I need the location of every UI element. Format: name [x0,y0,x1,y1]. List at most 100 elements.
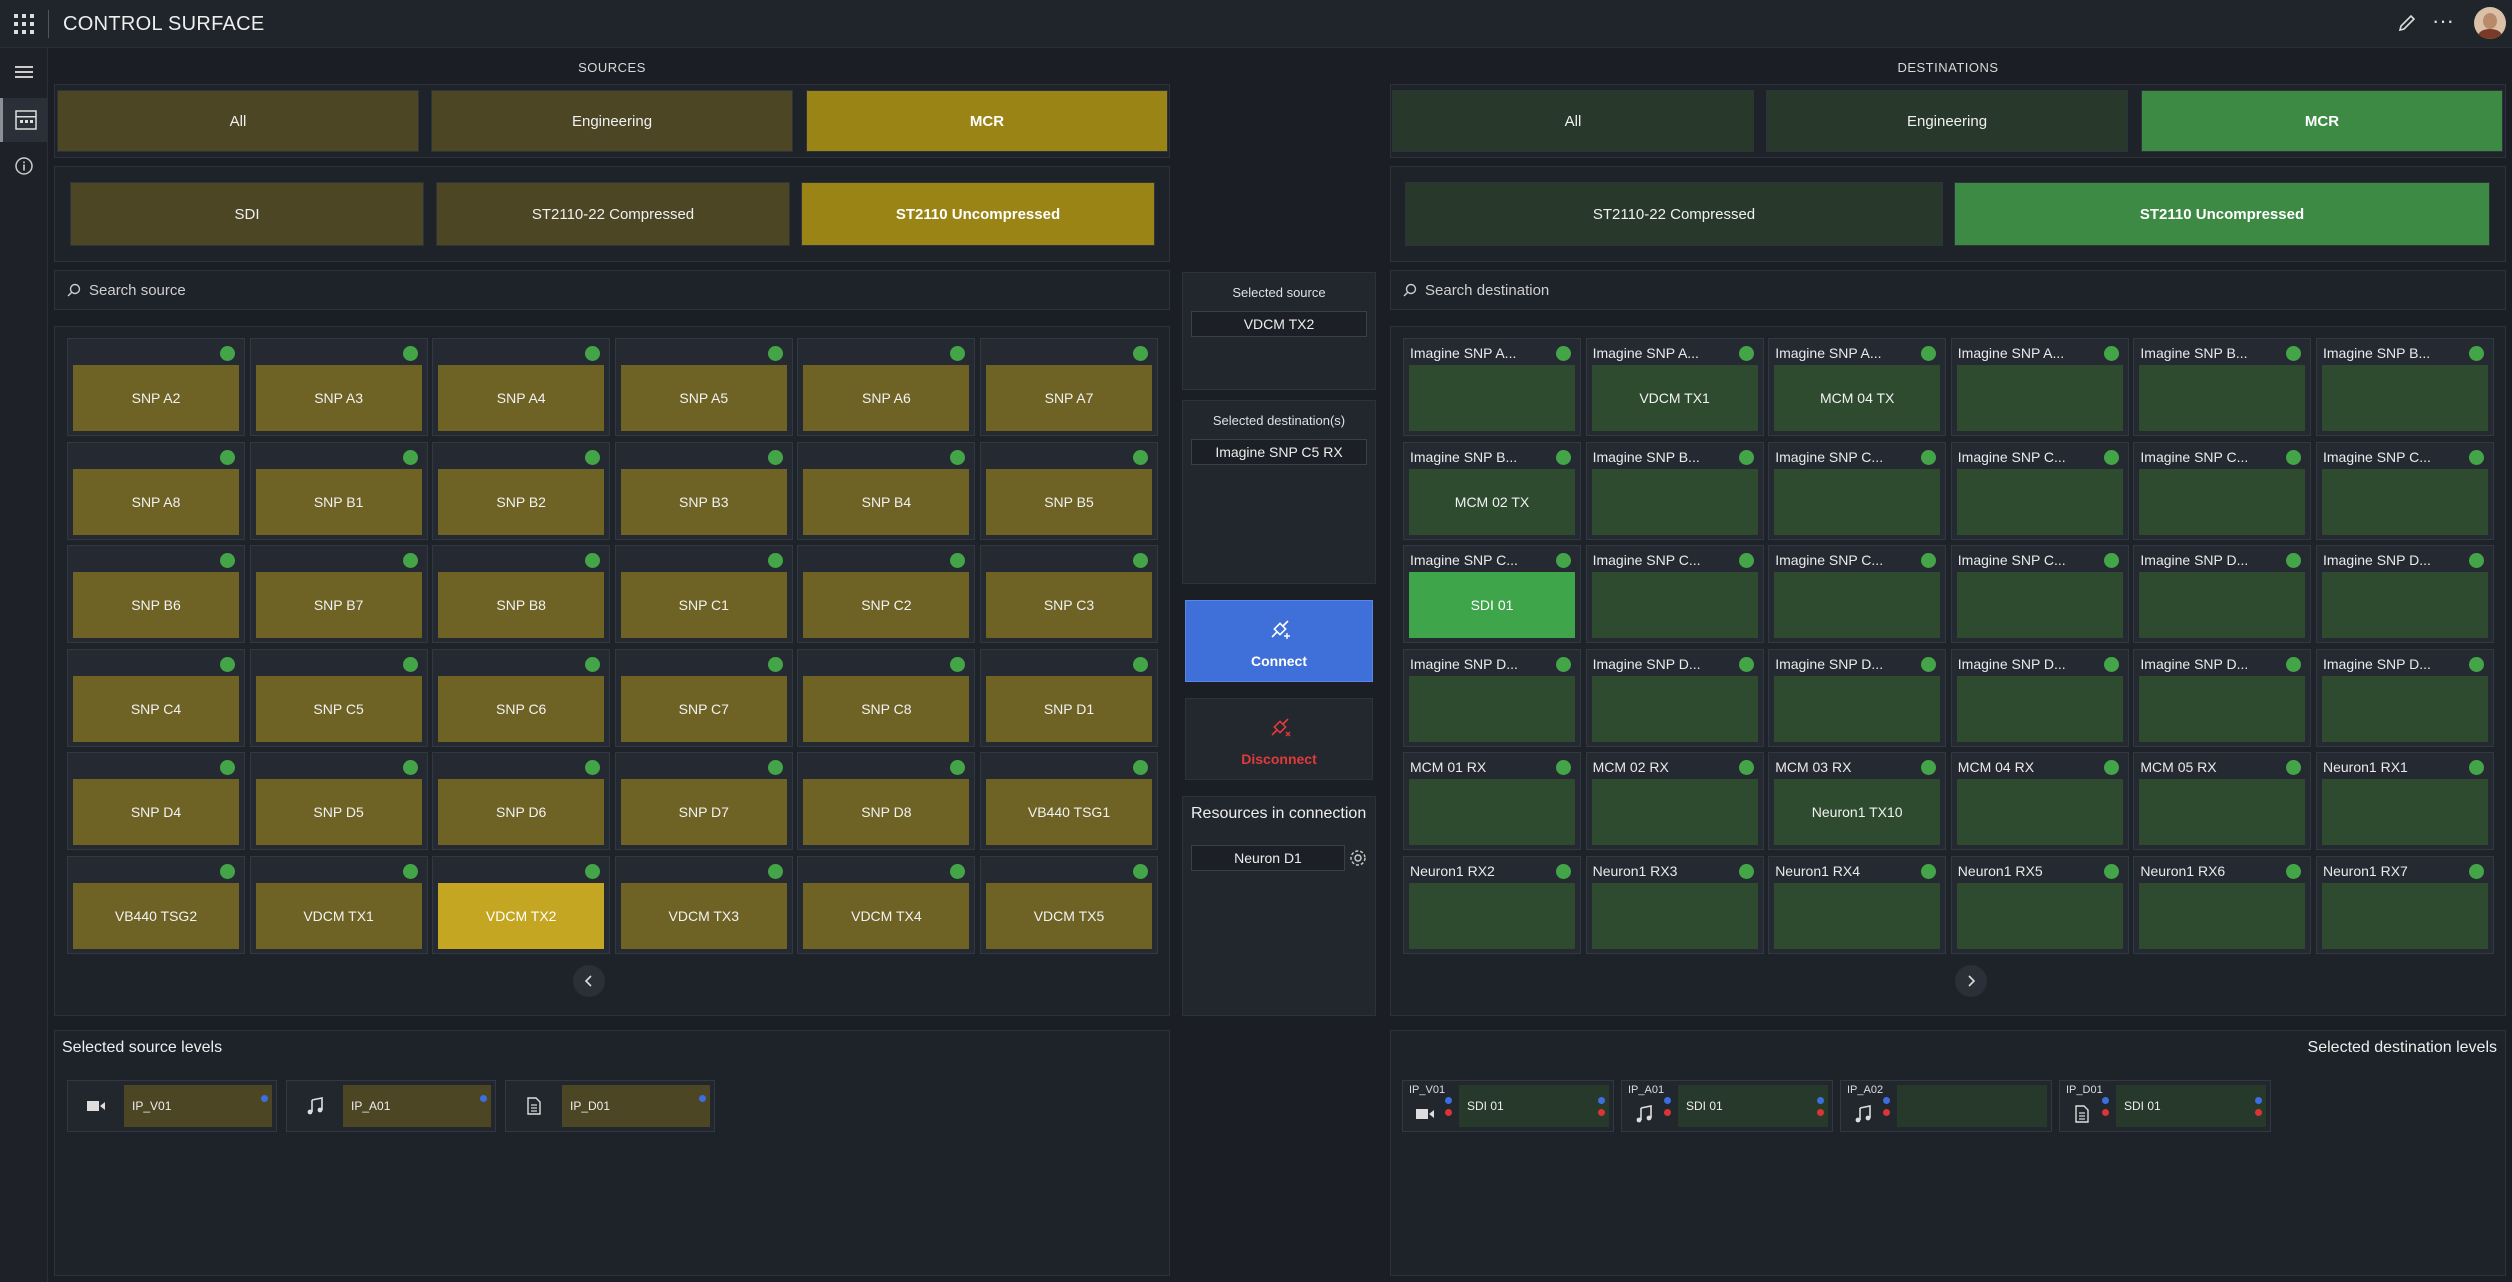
destination-tile[interactable]: Imagine SNP D... [2133,648,2312,747]
source-prev-page-button[interactable] [573,965,605,997]
destination-group-mcr[interactable]: MCR [2141,90,2503,152]
source-tile[interactable]: SNP C4 [67,648,245,747]
destination-tile[interactable]: Imagine SNP C... [1768,441,1947,540]
destination-tile[interactable]: Imagine SNP B... MCM 02 TX [1403,441,1581,540]
source-tile[interactable]: VDCM TX5 [980,856,1158,954]
destination-type-st2110[interactable]: ST2110 Uncompressed [1954,182,2490,246]
destination-tile[interactable]: Neuron1 RX2 [1403,856,1581,954]
source-tile[interactable]: SNP D4 [67,752,245,851]
source-tile[interactable]: SNP C8 [797,648,976,747]
destination-tile[interactable]: Imagine SNP D... [2316,545,2494,644]
source-tile[interactable]: VB440 TSG1 [980,752,1158,851]
source-tile[interactable]: SNP B8 [432,545,611,644]
destination-type-st2110-22[interactable]: ST2110-22 Compressed [1405,182,1943,246]
edit-icon[interactable] [2396,12,2418,39]
source-tile[interactable]: SNP A2 [67,338,245,436]
destination-tile[interactable]: Neuron1 RX6 [2133,856,2312,954]
destination-tile[interactable]: Imagine SNP D... [2133,545,2312,644]
destination-tile[interactable]: Neuron1 RX4 [1768,856,1947,954]
destination-tile[interactable]: Neuron1 RX5 [1950,856,2129,954]
more-icon[interactable]: ··· [2432,10,2454,32]
control-surface-nav-icon[interactable] [0,98,48,142]
destination-tile[interactable]: MCM 05 RX [2133,752,2312,851]
connect-button[interactable]: Connect [1185,600,1373,682]
source-tile[interactable]: VDCM TX4 [797,856,976,954]
source-tile[interactable]: SNP B5 [980,441,1158,540]
destination-group-engineering[interactable]: Engineering [1766,90,2128,152]
destination-tile[interactable]: MCM 02 RX [1585,752,1764,851]
source-tile[interactable]: SNP C3 [980,545,1158,644]
destination-tile[interactable]: Imagine SNP B... [2133,338,2312,436]
source-type-st2110-22[interactable]: ST2110-22 Compressed [436,182,790,246]
destination-tile[interactable]: Neuron1 RX7 [2316,856,2494,954]
source-tile[interactable]: SNP D8 [797,752,976,851]
gear-icon[interactable] [1349,849,1367,867]
source-tile[interactable]: SNP A8 [67,441,245,540]
source-tile[interactable]: SNP D5 [249,752,428,851]
destination-tile[interactable]: MCM 03 RX Neuron1 TX10 [1768,752,1947,851]
destination-next-page-button[interactable] [1955,965,1987,997]
destination-tile[interactable]: Imagine SNP C... [2316,441,2494,540]
source-tile[interactable]: SNP B2 [432,441,611,540]
destination-tile[interactable]: Imagine SNP A... MCM 04 TX [1768,338,1947,436]
source-tile[interactable]: SNP A3 [249,338,428,436]
source-tile[interactable]: SNP D7 [614,752,793,851]
destination-tile[interactable]: Imagine SNP A... [1950,338,2129,436]
source-tile[interactable]: SNP B6 [67,545,245,644]
destination-tile[interactable]: Imagine SNP C... [1950,441,2129,540]
destination-tile[interactable]: Imagine SNP D... [2316,648,2494,747]
source-tile[interactable]: SNP B1 [249,441,428,540]
destination-search-input[interactable]: Search destination [1390,270,2506,310]
source-tile[interactable]: VDCM TX2 [432,856,611,954]
destination-tile[interactable]: MCM 04 RX [1950,752,2129,851]
menu-icon[interactable] [0,50,48,94]
source-tile[interactable]: SNP C2 [797,545,976,644]
avatar[interactable] [2474,7,2506,39]
destination-tile[interactable]: Imagine SNP A... VDCM TX1 [1585,338,1764,436]
source-tile[interactable]: SNP C7 [614,648,793,747]
source-tile[interactable]: SNP A4 [432,338,611,436]
source-level-item[interactable]: IP_D01 [505,1080,715,1132]
destination-tile[interactable]: Neuron1 RX3 [1585,856,1764,954]
source-tile[interactable]: SNP B7 [249,545,428,644]
destination-group-all[interactable]: All [1392,90,1754,152]
source-tile[interactable]: VDCM TX1 [249,856,428,954]
source-tile[interactable]: SNP B3 [614,441,793,540]
destination-tile[interactable]: Imagine SNP B... [2316,338,2494,436]
source-tile[interactable]: SNP D6 [432,752,611,851]
source-type-sdi[interactable]: SDI [70,182,424,246]
destination-tile[interactable]: Imagine SNP A... [1403,338,1581,436]
destination-tile[interactable]: MCM 01 RX [1403,752,1581,851]
destination-tile[interactable]: Imagine SNP B... [1585,441,1764,540]
destination-tile[interactable]: Imagine SNP D... [1950,648,2129,747]
source-tile[interactable]: SNP A6 [797,338,976,436]
disconnect-button[interactable]: Disconnect [1185,698,1373,780]
source-tile[interactable]: SNP C6 [432,648,611,747]
destination-level-item[interactable]: IP_A01 SDI 01 [1621,1080,1833,1132]
source-group-engineering[interactable]: Engineering [431,90,793,152]
source-search-input[interactable]: Search source [54,270,1170,310]
source-type-st2110[interactable]: ST2110 Uncompressed [801,182,1155,246]
destination-tile[interactable]: Imagine SNP C... [1768,545,1947,644]
source-group-all[interactable]: All [57,90,419,152]
destination-tile[interactable]: Imagine SNP C... SDI 01 [1403,545,1581,644]
destination-tile[interactable]: Imagine SNP D... [1768,648,1947,747]
source-tile[interactable]: SNP C5 [249,648,428,747]
source-group-mcr[interactable]: MCR [806,90,1168,152]
source-tile[interactable]: SNP A7 [980,338,1158,436]
source-tile[interactable]: SNP B4 [797,441,976,540]
destination-tile[interactable]: Imagine SNP D... [1585,648,1764,747]
source-tile[interactable]: VB440 TSG2 [67,856,245,954]
app-launcher-icon[interactable] [12,12,34,34]
info-icon[interactable] [0,144,48,188]
source-tile[interactable]: VDCM TX3 [614,856,793,954]
source-tile[interactable]: SNP C1 [614,545,793,644]
destination-tile[interactable]: Imagine SNP D... [1403,648,1581,747]
source-level-item[interactable]: IP_V01 [67,1080,277,1132]
source-level-item[interactable]: IP_A01 [286,1080,496,1132]
destination-level-item[interactable]: IP_D01 SDI 01 [2059,1080,2271,1132]
destination-tile[interactable]: Imagine SNP C... [2133,441,2312,540]
destination-level-item[interactable]: IP_V01 SDI 01 [1402,1080,1614,1132]
source-tile[interactable]: SNP A5 [614,338,793,436]
destination-tile[interactable]: Imagine SNP C... [1950,545,2129,644]
